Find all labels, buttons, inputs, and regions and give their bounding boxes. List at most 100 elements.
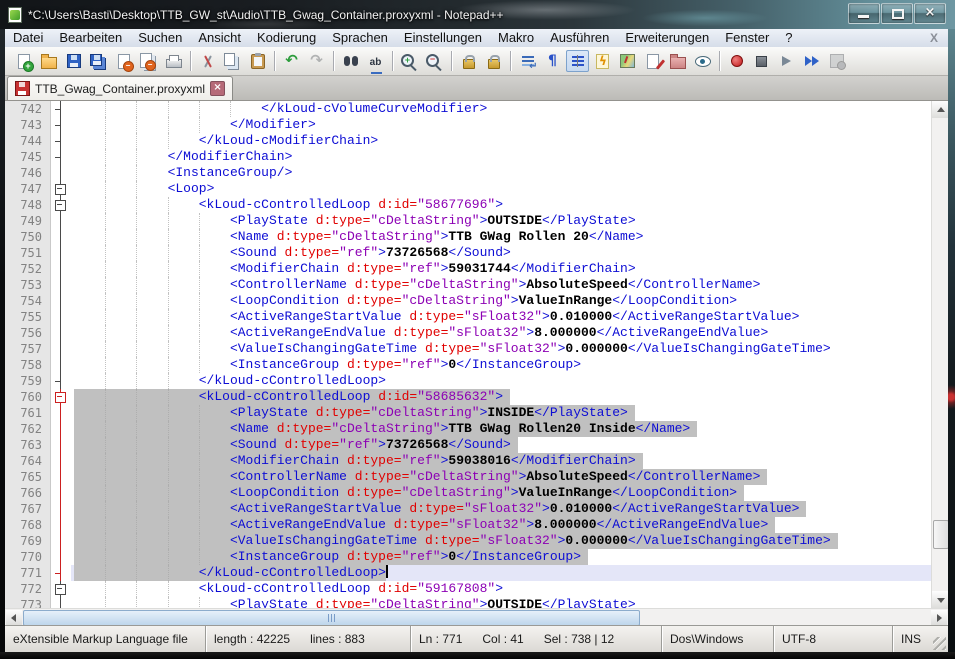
- menu-item[interactable]: Ansicht: [190, 29, 249, 47]
- code-text[interactable]: <PlayState d:type="cDeltaString">OUTSIDE…: [71, 597, 931, 608]
- editor-line[interactable]: 752<ModifierChain d:type="ref">59031744<…: [5, 261, 931, 277]
- menu-item[interactable]: Einstellungen: [396, 29, 490, 47]
- resize-grip[interactable]: [933, 637, 946, 650]
- menu-item[interactable]: Sprachen: [324, 29, 396, 47]
- code-text[interactable]: <kLoud-cControlledLoop d:id="58677696">: [71, 197, 931, 213]
- close-file-icon[interactable]: [112, 50, 135, 72]
- vertical-scrollbar[interactable]: [931, 101, 948, 608]
- zoom-out-icon[interactable]: [423, 50, 446, 72]
- editor-line[interactable]: 747<Loop>: [5, 181, 931, 197]
- macro-run-multiple-icon[interactable]: [800, 50, 823, 72]
- code-text[interactable]: <ModifierChain d:type="ref">59031744</Mo…: [71, 261, 931, 277]
- menu-item[interactable]: Erweiterungen: [617, 29, 717, 47]
- editor-line[interactable]: 753<ControllerName d:type="cDeltaString"…: [5, 277, 931, 293]
- editor-line[interactable]: 746<InstanceGroup/>: [5, 165, 931, 181]
- code-text[interactable]: <InstanceGroup/>: [71, 165, 931, 181]
- fold-toggle-icon[interactable]: [51, 581, 71, 597]
- code-text[interactable]: <kLoud-cControlledLoop d:id="58685632">: [71, 389, 931, 405]
- code-text[interactable]: <ValueIsChangingGateTime d:type="sFloat3…: [71, 341, 931, 357]
- code-text[interactable]: <ActiveRangeStartValue d:type="sFloat32"…: [71, 501, 931, 517]
- copy-icon[interactable]: [221, 50, 244, 72]
- editor-line[interactable]: 756<ActiveRangeEndValue d:type="sFloat32…: [5, 325, 931, 341]
- code-text[interactable]: <Loop>: [71, 181, 931, 197]
- open-file-icon[interactable]: [37, 50, 60, 72]
- vertical-scroll-thumb[interactable]: [933, 520, 948, 549]
- macro-stop-icon[interactable]: [750, 50, 773, 72]
- editor-line[interactable]: 755<ActiveRangeStartValue d:type="sFloat…: [5, 309, 931, 325]
- menu-item[interactable]: Kodierung: [249, 29, 324, 47]
- macro-record-icon[interactable]: [725, 50, 748, 72]
- editor-line[interactable]: 768<ActiveRangeEndValue d:type="sFloat32…: [5, 517, 931, 533]
- print-icon[interactable]: [162, 50, 185, 72]
- code-text[interactable]: <ValueIsChangingGateTime d:type="sFloat3…: [71, 533, 931, 549]
- editor-line[interactable]: 766<LoopCondition d:type="cDeltaString">…: [5, 485, 931, 501]
- folder-as-workspace-icon[interactable]: [666, 50, 689, 72]
- define-language-icon[interactable]: [591, 50, 614, 72]
- editor-line[interactable]: 765<ControllerName d:type="cDeltaString"…: [5, 469, 931, 485]
- menu-item[interactable]: Datei: [5, 29, 51, 47]
- code-text[interactable]: <PlayState d:type="cDeltaString">INSIDE<…: [71, 405, 931, 421]
- menu-item[interactable]: Bearbeiten: [51, 29, 130, 47]
- editor-lines[interactable]: 742</kLoud-cVolumeCurveModifier>743</Mod…: [5, 101, 931, 608]
- menu-item[interactable]: Fenster: [717, 29, 777, 47]
- zoom-in-icon[interactable]: [398, 50, 421, 72]
- fold-toggle-icon[interactable]: [51, 197, 71, 213]
- close-all-icon[interactable]: [137, 50, 160, 72]
- code-text[interactable]: </kLoud-cControlledLoop>: [71, 565, 931, 581]
- code-text[interactable]: </ModifierChain>: [71, 149, 931, 165]
- show-indent-guide-icon[interactable]: [566, 50, 589, 72]
- scroll-right-arrow-icon[interactable]: [931, 610, 947, 625]
- save-all-icon[interactable]: [87, 50, 110, 72]
- title-bar[interactable]: *C:\Users\Basti\Desktop\TTB_GW_st\Audio\…: [0, 0, 955, 29]
- document-monitoring-icon[interactable]: [691, 50, 714, 72]
- code-text[interactable]: <ModifierChain d:type="ref">59038016</Mo…: [71, 453, 931, 469]
- editor-line[interactable]: 749<PlayState d:type="cDeltaString">OUTS…: [5, 213, 931, 229]
- code-text[interactable]: <InstanceGroup d:type="ref">0</InstanceG…: [71, 549, 931, 565]
- code-text[interactable]: <LoopCondition d:type="cDeltaString">Val…: [71, 293, 931, 309]
- menu-item[interactable]: Suchen: [130, 29, 190, 47]
- save-file-icon[interactable]: [62, 50, 85, 72]
- editor-line[interactable]: 771</kLoud-cControlledLoop>: [5, 565, 931, 581]
- replace-icon[interactable]: [364, 50, 387, 72]
- editor-line[interactable]: 769<ValueIsChangingGateTime d:type="sFlo…: [5, 533, 931, 549]
- close-button[interactable]: ×: [914, 3, 946, 24]
- word-wrap-icon[interactable]: [516, 50, 539, 72]
- menu-item[interactable]: Makro: [490, 29, 542, 47]
- code-text[interactable]: <Name d:type="cDeltaString">TTB GWag Rol…: [71, 421, 931, 437]
- code-text[interactable]: </Modifier>: [71, 117, 931, 133]
- scroll-down-arrow-icon[interactable]: [932, 591, 948, 608]
- tab-close-icon[interactable]: [210, 81, 225, 96]
- horizontal-scroll-thumb[interactable]: [23, 610, 640, 626]
- editor-line[interactable]: 760<kLoud-cControlledLoop d:id="58685632…: [5, 389, 931, 405]
- editor-area[interactable]: 742</kLoud-cVolumeCurveModifier>743</Mod…: [5, 101, 948, 608]
- code-text[interactable]: <kLoud-cControlledLoop d:id="59167808">: [71, 581, 931, 597]
- code-text[interactable]: <ControllerName d:type="cDeltaString">Ab…: [71, 277, 931, 293]
- maximize-button[interactable]: [881, 3, 913, 24]
- fold-toggle-icon[interactable]: [51, 181, 71, 197]
- code-text[interactable]: <LoopCondition d:type="cDeltaString">Val…: [71, 485, 931, 501]
- tab-active[interactable]: TTB_Gwag_Container.proxyxml: [7, 76, 233, 100]
- fold-toggle-icon[interactable]: [51, 389, 71, 405]
- paste-icon[interactable]: [246, 50, 269, 72]
- find-icon[interactable]: [339, 50, 362, 72]
- editor-line[interactable]: 764<ModifierChain d:type="ref">59038016<…: [5, 453, 931, 469]
- code-text[interactable]: <Sound d:type="ref">73726568</Sound>: [71, 245, 931, 261]
- code-text[interactable]: <ActiveRangeEndValue d:type="sFloat32">8…: [71, 517, 931, 533]
- sync-vertical-scroll-icon[interactable]: [457, 50, 480, 72]
- code-text[interactable]: </kLoud-cControlledLoop>: [71, 373, 931, 389]
- redo-icon[interactable]: [305, 50, 328, 72]
- macro-playback-icon[interactable]: [775, 50, 798, 72]
- editor-line[interactable]: 742</kLoud-cVolumeCurveModifier>: [5, 101, 931, 117]
- editor-line[interactable]: 770<InstanceGroup d:type="ref">0</Instan…: [5, 549, 931, 565]
- editor-line[interactable]: 759</kLoud-cControlledLoop>: [5, 373, 931, 389]
- minimize-button[interactable]: [848, 3, 880, 24]
- code-text[interactable]: <ActiveRangeEndValue d:type="sFloat32">8…: [71, 325, 931, 341]
- code-text[interactable]: <ControllerName d:type="cDeltaString">Ab…: [71, 469, 931, 485]
- editor-line[interactable]: 773<PlayState d:type="cDeltaString">OUTS…: [5, 597, 931, 608]
- code-text[interactable]: </kLoud-cVolumeCurveModifier>: [71, 101, 931, 117]
- editor-line[interactable]: 757<ValueIsChangingGateTime d:type="sFlo…: [5, 341, 931, 357]
- function-list-icon[interactable]: [641, 50, 664, 72]
- new-file-icon[interactable]: [12, 50, 35, 72]
- editor-line[interactable]: 743</Modifier>: [5, 117, 931, 133]
- scroll-left-arrow-icon[interactable]: [6, 610, 22, 625]
